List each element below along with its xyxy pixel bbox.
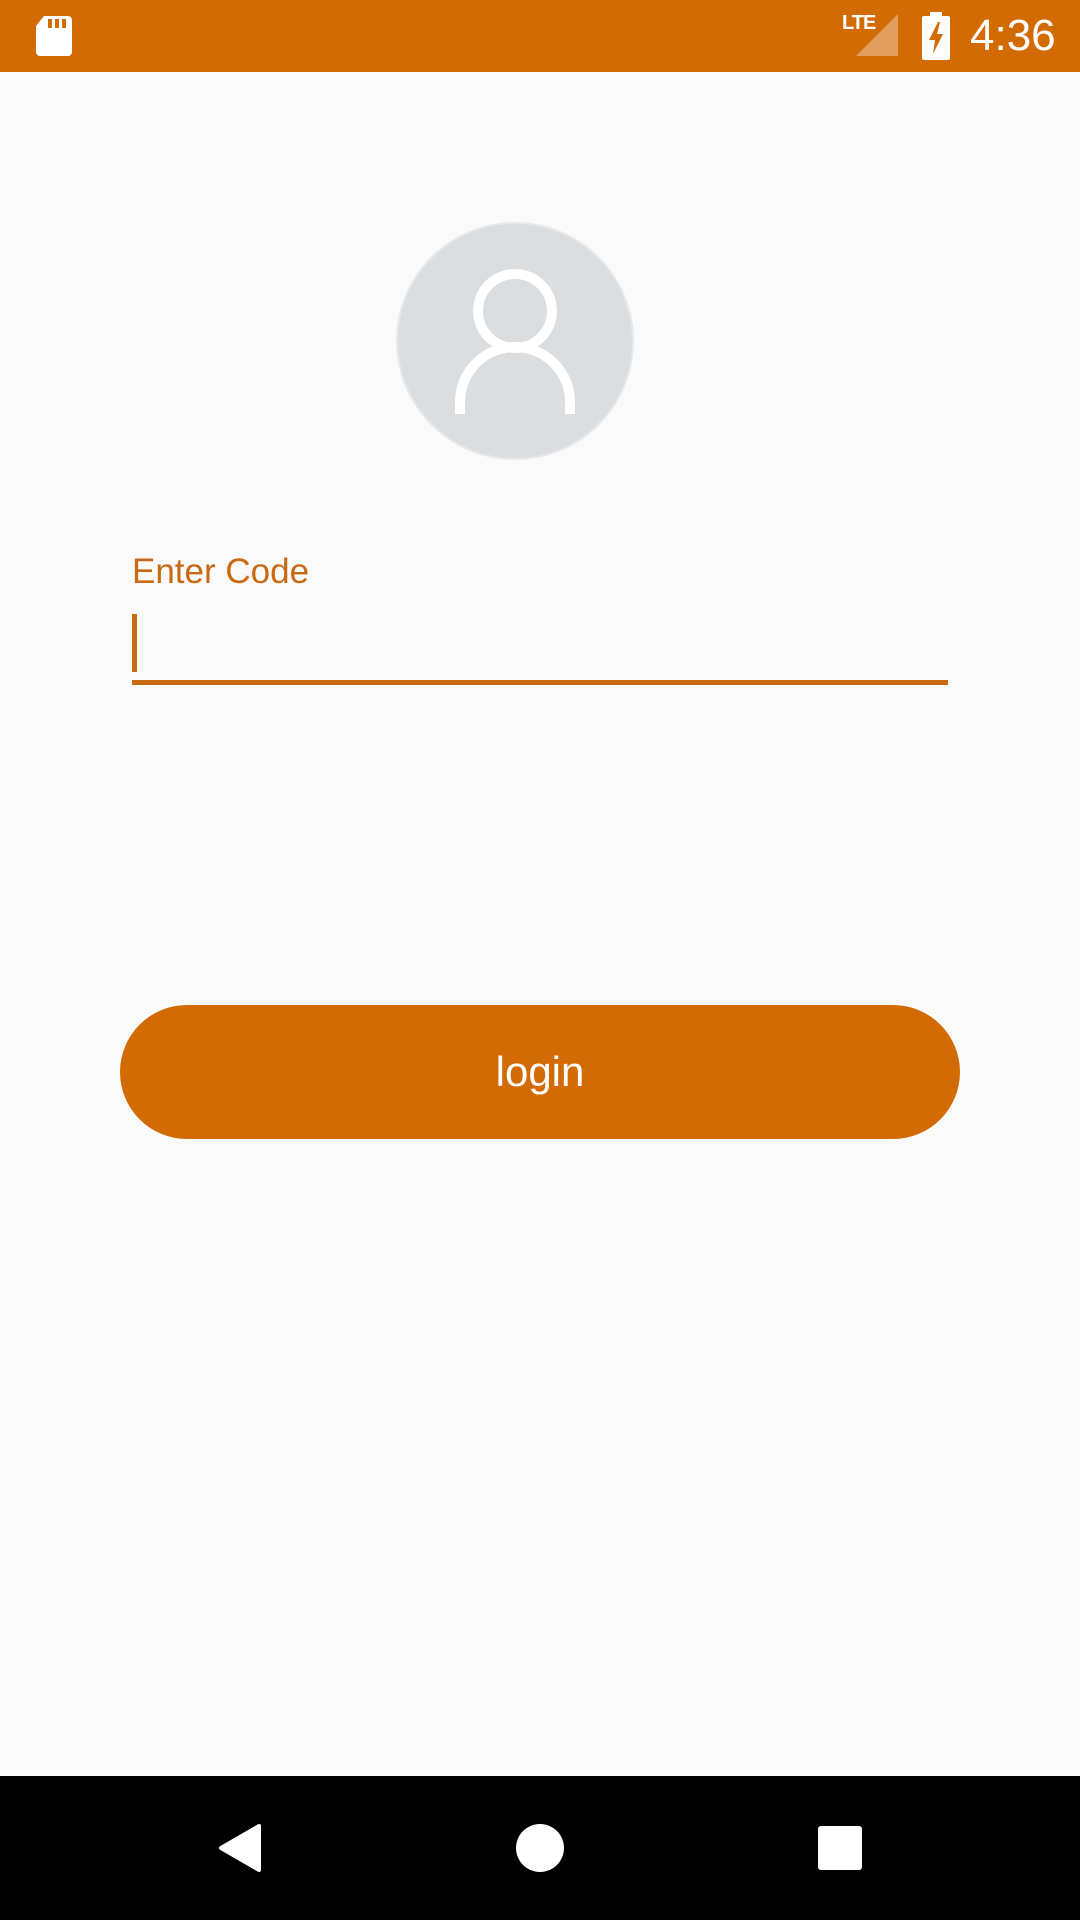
login-button[interactable]: login — [120, 1005, 960, 1139]
signal-icon: LTE — [842, 12, 900, 58]
text-cursor — [132, 614, 137, 672]
user-icon — [455, 269, 575, 414]
code-input[interactable] — [132, 608, 948, 685]
back-icon[interactable] — [180, 1776, 300, 1920]
navigation-bar — [0, 1776, 1080, 1920]
status-time: 4:36 — [970, 11, 1056, 60]
avatar — [398, 224, 632, 458]
status-bar: LTE 4:36 — [0, 0, 1080, 72]
battery-charging-icon — [921, 12, 951, 60]
sd-card-icon — [34, 14, 74, 58]
home-icon[interactable] — [480, 1776, 600, 1920]
recents-icon[interactable] — [780, 1776, 900, 1920]
code-field-label: Enter Code — [132, 552, 310, 591]
login-screen: LTE 4:36 Enter Code login — [0, 0, 1080, 1920]
